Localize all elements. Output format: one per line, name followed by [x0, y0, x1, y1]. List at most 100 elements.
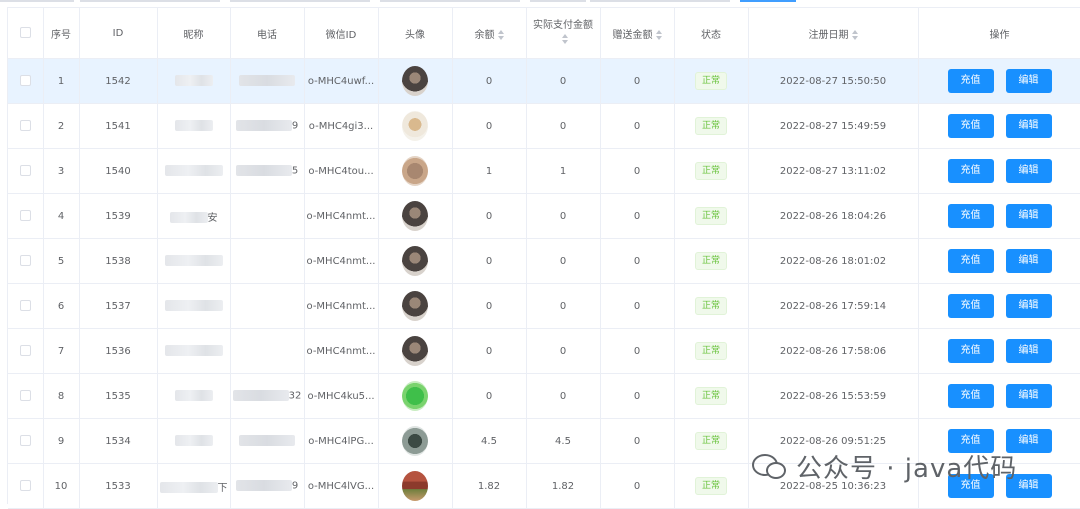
toolbar-search-button-edge[interactable]	[740, 0, 796, 2]
header-paid-label: 实际支付金额	[533, 20, 593, 31]
table-row[interactable]: 8 1535 32 o-MHC4ku5... 0 0 0 正常 2022-08-…	[8, 373, 1080, 419]
edit-button[interactable]: 编辑	[1005, 339, 1052, 363]
cell-index: 3	[43, 148, 80, 194]
edit-button[interactable]: 编辑	[1005, 69, 1052, 93]
cell-gift: 0	[600, 463, 675, 509]
cell-index: 10	[43, 463, 80, 509]
recharge-button[interactable]: 充值	[947, 339, 994, 363]
cell-avatar	[378, 193, 453, 239]
cell-status: 正常	[674, 373, 749, 419]
header-gift-amount[interactable]: 赠送金额	[600, 8, 675, 59]
cell-status: 正常	[674, 193, 749, 239]
phone-visible-tail: 32	[288, 390, 302, 402]
cell-balance: 1	[452, 148, 527, 194]
cell-index: 9	[43, 418, 80, 464]
redacted-nickname	[174, 75, 213, 87]
cell-actions: 充值 编辑	[918, 373, 1080, 419]
row-select-cell[interactable]	[8, 328, 44, 374]
cell-balance: 0	[452, 373, 527, 419]
cell-id: 1539	[79, 193, 158, 239]
cell-status: 正常	[674, 238, 749, 284]
redacted-nickname	[159, 482, 218, 493]
edit-button[interactable]: 编辑	[1005, 159, 1052, 183]
sort-caret-icon[interactable]	[851, 29, 858, 40]
sort-caret-icon[interactable]	[497, 29, 504, 40]
edit-button[interactable]: 编辑	[1005, 204, 1052, 228]
cell-nickname	[157, 418, 231, 464]
recharge-button[interactable]: 充值	[947, 114, 994, 138]
cell-id: 1540	[79, 148, 158, 194]
header-reg-date[interactable]: 注册日期	[748, 8, 919, 59]
recharge-button[interactable]: 充值	[947, 384, 994, 408]
edit-button[interactable]: 编辑	[1005, 384, 1052, 408]
recharge-button[interactable]: 充值	[947, 69, 994, 93]
row-select-cell[interactable]	[8, 418, 44, 464]
header-reg-date-label: 注册日期	[808, 29, 849, 41]
table-row[interactable]: 7 1536 o-MHC4nmt... 0 0 0 正常 2022-08-26 …	[8, 328, 1080, 374]
row-select-cell[interactable]	[8, 463, 44, 509]
row-checkbox[interactable]	[19, 435, 31, 447]
nickname-visible-tail: 安	[207, 212, 218, 224]
row-checkbox[interactable]	[19, 165, 31, 177]
row-select-cell[interactable]	[8, 373, 44, 419]
recharge-button[interactable]: 充值	[947, 159, 994, 183]
row-select-cell[interactable]	[8, 238, 44, 284]
cell-index: 5	[43, 238, 80, 284]
header-balance[interactable]: 余额	[452, 8, 527, 59]
row-select-cell[interactable]	[8, 193, 44, 239]
recharge-button[interactable]: 充值	[947, 249, 994, 273]
header-gift-label: 赠送金额	[612, 29, 653, 41]
status-badge: 正常	[694, 117, 727, 135]
table-row[interactable]: 1 1542 o-MHC4uwf... 0 0 0 正常 2022-08-27 …	[8, 58, 1080, 104]
cell-actions: 充值 编辑	[918, 148, 1080, 194]
cell-gift: 0	[600, 238, 675, 284]
redacted-phone	[232, 390, 289, 402]
header-paid-amount[interactable]: 实际支付金额	[526, 8, 601, 59]
recharge-button[interactable]: 充值	[947, 204, 994, 228]
cell-id: 1538	[79, 238, 158, 284]
header-select-all[interactable]	[8, 8, 44, 59]
row-select-cell[interactable]	[8, 148, 44, 194]
edit-button[interactable]: 编辑	[1005, 294, 1052, 318]
row-checkbox[interactable]	[19, 390, 31, 402]
cell-nickname	[157, 103, 231, 149]
redacted-phone	[235, 480, 292, 492]
recharge-button[interactable]: 充值	[947, 294, 994, 318]
cell-id: 1534	[79, 418, 158, 464]
row-select-cell[interactable]	[8, 103, 44, 149]
row-checkbox[interactable]	[19, 120, 31, 132]
cell-paid: 0	[526, 283, 601, 329]
row-checkbox[interactable]	[19, 480, 31, 492]
row-checkbox[interactable]	[19, 300, 31, 312]
toolbar-segment	[0, 0, 74, 2]
row-select-cell[interactable]	[8, 58, 44, 104]
table-row[interactable]: 2 1541 9 o-MHC4gi3... 0 0 0 正常 2022-08-2…	[8, 103, 1080, 149]
table-row[interactable]: 4 1539 安 o-MHC4nmt... 0 0 0 正常 2022-08-2…	[8, 193, 1080, 239]
cell-status: 正常	[674, 328, 749, 374]
cell-nickname	[157, 283, 231, 329]
edit-button[interactable]: 编辑	[1005, 249, 1052, 273]
row-checkbox[interactable]	[19, 210, 31, 222]
sort-caret-icon[interactable]	[655, 29, 662, 40]
row-select-cell[interactable]	[8, 283, 44, 329]
cell-phone	[230, 283, 305, 329]
cell-paid: 0	[526, 238, 601, 284]
status-badge: 正常	[694, 207, 727, 225]
row-checkbox[interactable]	[19, 345, 31, 357]
cell-wechat-id: o-MHC4nmt...	[304, 238, 379, 284]
cell-actions: 充值 编辑	[918, 238, 1080, 284]
select-all-checkbox[interactable]	[19, 27, 31, 39]
cell-gift: 0	[600, 58, 675, 104]
cell-nickname	[157, 148, 231, 194]
table-row[interactable]: 6 1537 o-MHC4nmt... 0 0 0 正常 2022-08-26 …	[8, 283, 1080, 329]
redacted-nickname	[174, 390, 213, 402]
cell-index: 8	[43, 373, 80, 419]
row-checkbox[interactable]	[19, 255, 31, 267]
status-badge: 正常	[694, 297, 727, 315]
edit-button[interactable]: 编辑	[1005, 114, 1052, 138]
table-row[interactable]: 3 1540 5 o-MHC4tou... 1 1 0 正常 2022-08-2…	[8, 148, 1080, 194]
cell-reg-date: 2022-08-26 18:01:02	[748, 238, 919, 284]
sort-caret-icon[interactable]	[561, 34, 568, 44]
table-row[interactable]: 5 1538 o-MHC4nmt... 0 0 0 正常 2022-08-26 …	[8, 238, 1080, 284]
row-checkbox[interactable]	[19, 75, 31, 87]
